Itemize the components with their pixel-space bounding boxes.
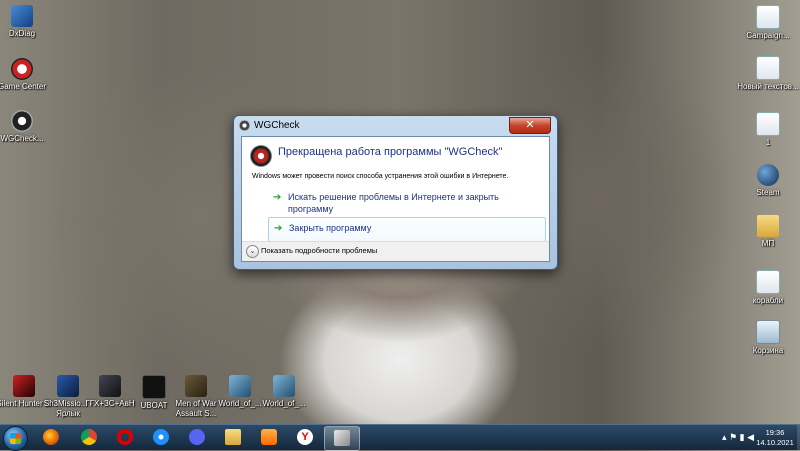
desktop-icon-game-center[interactable]: Game Center: [0, 58, 54, 92]
text-file-icon: [756, 56, 780, 80]
wot-icon: [273, 375, 295, 397]
taskbar-chrome[interactable]: [72, 426, 106, 449]
taskbar-wgcheck[interactable]: [324, 426, 360, 451]
start-button[interactable]: [3, 426, 28, 451]
option-label: Закрыть программу: [289, 223, 372, 233]
text-file-icon: [756, 112, 780, 136]
desktop-icon-label: 1: [765, 138, 771, 147]
green-arrow-icon: ➔: [273, 192, 282, 203]
system-tray[interactable]: ▴ ⚑ ▮ ◀: [722, 432, 754, 443]
wgcheck-app-icon: [239, 120, 250, 131]
recycle-bin-icon: [756, 320, 780, 344]
dialog-title: WGCheck: [254, 120, 300, 131]
shortcut-icon: [99, 375, 121, 397]
desktop-icon-label: WGCheck...: [0, 134, 44, 143]
show-details-link[interactable]: Показать подробности проблемы: [261, 246, 377, 255]
error-app-icon: [250, 145, 272, 167]
desktop-icon-wot-2[interactable]: World_of_...: [252, 375, 316, 409]
silent-hunter-icon: [13, 375, 35, 397]
men-of-war-icon: [185, 375, 207, 397]
desktop-icon-label: Корзина: [752, 346, 784, 355]
desktop-icon-1[interactable]: 1: [736, 112, 800, 148]
close-button[interactable]: ✕: [509, 117, 551, 134]
media-player-icon: [261, 429, 277, 445]
text-file-icon: [756, 270, 780, 294]
taskbar-opera[interactable]: [108, 426, 142, 449]
desktop-icon-steam[interactable]: Steam: [736, 164, 800, 198]
taskbar-yandex[interactable]: Y: [288, 426, 322, 449]
text-file-icon: [756, 5, 780, 29]
desktop-icon-label: Steam: [756, 188, 780, 197]
desktop-icon-label: Campaign...: [746, 31, 790, 40]
clock-date: 14.10.2021: [756, 438, 794, 447]
yandex-icon: Y: [297, 429, 313, 445]
wot-icon: [229, 375, 251, 397]
dialog-message: Windows может провести поиск способа уст…: [252, 173, 509, 180]
desktop-icon-label: корабли: [752, 296, 784, 305]
clock-time: 19:36: [765, 428, 785, 437]
close-program-option[interactable]: ➔ Закрыть программу: [268, 217, 546, 243]
discord-icon: [189, 429, 205, 445]
ie-icon: [153, 429, 169, 445]
search-solution-option[interactable]: ➔ Искать решение проблемы в Интернете и …: [268, 187, 544, 221]
desktop-icon-campaign[interactable]: Campaign...: [736, 5, 800, 41]
firefox-icon: [43, 429, 59, 445]
details-footer: ⌄ Показать подробности проблемы: [242, 241, 549, 261]
chrome-icon: [81, 429, 97, 445]
tray-icons: ▴ ⚑ ▮ ◀: [722, 432, 754, 442]
desktop-icon-recycle-bin[interactable]: Корзина: [736, 320, 800, 356]
desktop-icon-korabli[interactable]: корабли: [736, 270, 800, 306]
wgcheck-icon: [11, 110, 33, 132]
taskbar-media-player[interactable]: [252, 426, 286, 449]
clock[interactable]: 19:36 14.10.2021: [754, 428, 796, 448]
dialog-titlebar[interactable]: WGCheck ✕: [234, 116, 557, 136]
desktop-icon-label: DxDiag: [8, 29, 36, 38]
chevron-down-icon[interactable]: ⌄: [246, 245, 259, 258]
taskbar-explorer[interactable]: [216, 426, 250, 449]
desktop-icon-label: Новый текстов...: [737, 82, 799, 91]
steam-icon: [757, 164, 779, 186]
option-label: Искать решение проблемы в Интернете и за…: [288, 192, 499, 214]
desktop-icon-label: World_of_...: [262, 399, 306, 408]
dialog-headline: Прекращена работа программы "WGCheck": [278, 146, 503, 158]
folder-icon: [757, 215, 779, 237]
windows-logo-icon: [10, 433, 21, 444]
taskbar-ie[interactable]: [144, 426, 178, 449]
taskbar: Y ▴ ⚑ ▮ ◀ 19:36 14.10.2021: [0, 424, 800, 451]
desktop-icon-mp[interactable]: МП: [736, 215, 800, 249]
desktop-icon-wgcheck[interactable]: WGCheck...: [0, 110, 54, 144]
desktop-icon-label: Game Center: [0, 82, 47, 91]
wgcheck-task-icon: [334, 430, 350, 446]
taskbar-discord[interactable]: [180, 426, 214, 449]
opera-icon: [117, 429, 133, 445]
dialog-body: Прекращена работа программы "WGCheck" Wi…: [241, 136, 550, 262]
green-arrow-icon: ➔: [274, 223, 283, 234]
sh3-mission-icon: [57, 375, 79, 397]
error-dialog: WGCheck ✕ Прекращена работа программы "W…: [233, 115, 558, 270]
uboat-icon: [142, 375, 166, 399]
desktop-icon-new-text[interactable]: Новый текстов...: [736, 56, 800, 92]
taskbar-firefox[interactable]: [34, 426, 68, 449]
game-center-icon: [11, 58, 33, 80]
desktop-icon-label: МП: [761, 239, 775, 248]
dxdiag-icon: [11, 5, 33, 27]
desktop-icon-dxdiag[interactable]: DxDiag: [0, 5, 54, 39]
explorer-icon: [225, 429, 241, 445]
